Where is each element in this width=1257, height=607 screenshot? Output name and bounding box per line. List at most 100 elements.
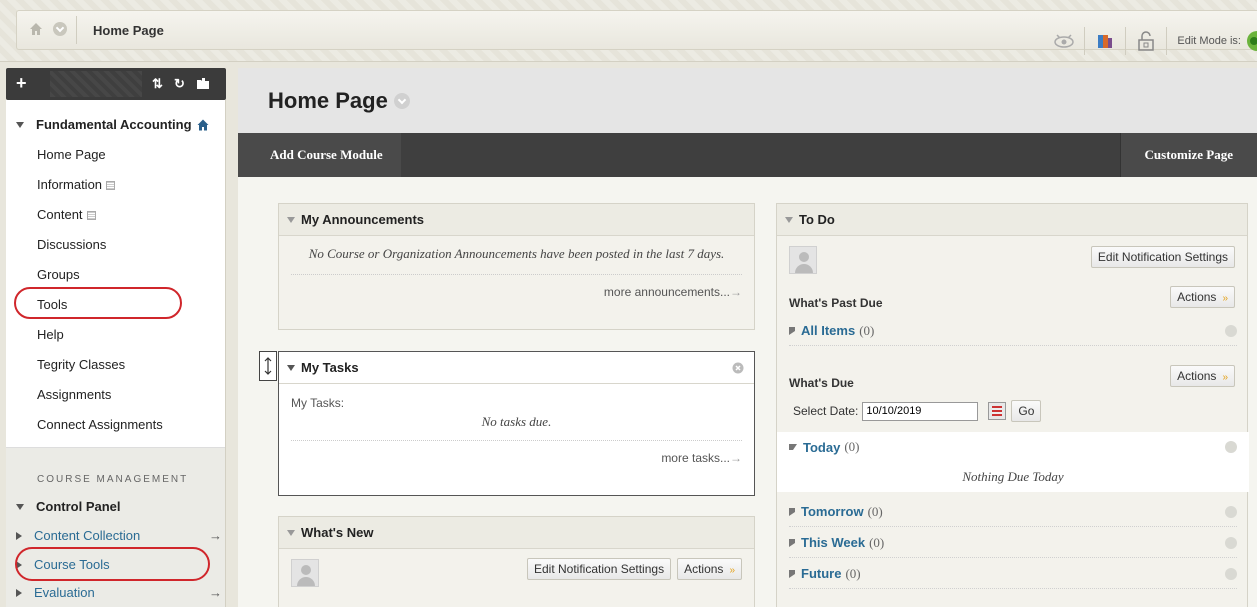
refresh-icon[interactable]: ↻ <box>174 76 185 92</box>
course-menu: Fundamental Accounting Home Page Informa… <box>6 100 226 607</box>
avatar <box>789 246 817 274</box>
whats-due-actions-button[interactable]: Actions » <box>1170 365 1235 387</box>
collapse-icon[interactable] <box>16 121 24 128</box>
actions-label: Actions <box>684 562 724 576</box>
collapse-icon[interactable] <box>16 503 24 510</box>
breadcrumb-divider <box>76 16 77 44</box>
expand-icon[interactable] <box>789 326 795 335</box>
tasks-message: No tasks due. <box>481 414 552 429</box>
expand-icon[interactable] <box>789 569 795 578</box>
module-body: Edit Notification Settings Actions » <box>279 549 754 607</box>
edit-notification-settings-button[interactable]: Edit Notification Settings <box>527 558 672 580</box>
todo-row-today[interactable]: Today (0) <box>789 432 1237 462</box>
expand-icon[interactable] <box>789 507 795 516</box>
sidebar-item-label: Tegrity Classes <box>37 357 126 372</box>
more-tasks-row: more tasks...→ <box>291 440 742 465</box>
more-announcements-row: more announcements...→ <box>291 274 742 299</box>
module-header: My Tasks <box>279 352 754 384</box>
arrow-icon: → <box>209 585 222 600</box>
sidebar-item-information[interactable]: Information <box>6 170 225 200</box>
module-title: My Tasks <box>301 359 359 375</box>
page-title: Home Page <box>268 88 410 114</box>
collapse-icon[interactable] <box>287 529 295 536</box>
more-announcements-link[interactable]: more announcements... <box>604 285 730 299</box>
control-panel-header[interactable]: Control Panel <box>16 499 216 514</box>
date-input[interactable] <box>862 401 979 421</box>
sidebar-item-tegrity-classes[interactable]: Tegrity Classes <box>6 350 225 380</box>
tasks-label: My Tasks: <box>291 396 345 410</box>
add-menu-item-icon[interactable]: + <box>16 73 27 94</box>
module-title: To Do <box>799 211 835 227</box>
todo-row-label[interactable]: All Items <box>801 323 855 338</box>
expand-icon[interactable] <box>789 538 795 547</box>
past-due-actions-button[interactable]: Actions » <box>1170 286 1235 308</box>
sidebar-item-assignments[interactable]: Assignments <box>6 380 225 410</box>
more-tasks-link[interactable]: more tasks... <box>661 451 730 465</box>
sidebar-item-content[interactable]: Content <box>6 200 225 230</box>
drag-handle-icon[interactable] <box>259 351 277 381</box>
whats-due-heading: What's Due <box>789 376 854 390</box>
todo-row-all-items[interactable]: All Items (0) <box>789 316 1237 346</box>
todo-row-label[interactable]: Future <box>801 566 841 581</box>
unlock-icon[interactable] <box>1135 30 1157 52</box>
customize-page-button[interactable]: Customize Page <box>1119 133 1257 177</box>
todo-row-label[interactable]: This Week <box>801 535 865 550</box>
todo-row-count: (0) <box>867 503 883 519</box>
todo-row-count: (0) <box>859 322 875 338</box>
module-body: No Course or Organization Announcements … <box>279 236 754 329</box>
color-palette-icon[interactable] <box>1094 30 1116 52</box>
toolbar-divider <box>1166 27 1168 55</box>
calendar-icon[interactable] <box>988 402 1007 420</box>
course-title[interactable]: Fundamental Accounting <box>16 117 209 132</box>
add-course-module-button[interactable]: Add Course Module <box>238 133 401 177</box>
sidebar-item-label: Information <box>37 177 103 192</box>
page-title-text: Home Page <box>268 88 388 113</box>
sidebar-toolbar-pattern <box>50 71 142 97</box>
student-preview-icon[interactable] <box>1053 30 1075 52</box>
go-button[interactable]: Go <box>1011 400 1042 422</box>
actions-label: Actions <box>1177 290 1217 304</box>
expand-icon[interactable] <box>16 531 22 540</box>
mgmt-item-content-collection[interactable]: Content Collection → <box>16 528 222 543</box>
collapse-icon[interactable] <box>785 216 793 223</box>
todo-row-count: (0) <box>869 534 885 550</box>
edit-notification-settings-button[interactable]: Edit Notification Settings <box>1090 246 1235 268</box>
mgmt-item-evaluation[interactable]: Evaluation → <box>16 585 222 600</box>
todo-row-future[interactable]: Future (0) <box>789 559 1237 589</box>
todo-row-this-week[interactable]: This Week (0) <box>789 528 1237 558</box>
collapse-icon[interactable] <box>287 364 295 371</box>
mgmt-item-label: Content Collection <box>34 528 141 543</box>
options-circle-icon[interactable] <box>1225 536 1237 549</box>
todo-row-label[interactable]: Tomorrow <box>801 504 864 519</box>
toolbar-divider <box>1125 27 1127 55</box>
sidebar-item-groups[interactable]: Groups <box>6 260 225 290</box>
sidebar-item-label: Discussions <box>37 237 107 252</box>
breadcrumb-chevron-icon[interactable] <box>53 22 67 36</box>
arrow-icon: → <box>730 451 742 465</box>
sidebar-item-home-page[interactable]: Home Page <box>6 140 225 170</box>
select-date-label: Select Date: <box>793 404 859 418</box>
sidebar-item-help[interactable]: Help <box>6 320 225 350</box>
reorder-icon[interactable]: ⇅ <box>152 76 163 92</box>
actions-label: Actions <box>1177 369 1217 383</box>
options-circle-icon[interactable] <box>1225 505 1237 518</box>
sidebar-item-connect-assignments[interactable]: Connect Assignments <box>6 410 225 440</box>
arrow-icon: → <box>730 285 742 299</box>
options-circle-icon[interactable] <box>1225 441 1237 453</box>
options-circle-icon[interactable] <box>1225 567 1237 580</box>
sidebar-item-label: Help <box>37 327 64 342</box>
options-circle-icon[interactable] <box>1225 324 1237 337</box>
todo-row-tomorrow[interactable]: Tomorrow (0) <box>789 497 1237 527</box>
actions-button[interactable]: Actions » <box>677 558 742 580</box>
sidebar-item-discussions[interactable]: Discussions <box>6 230 225 260</box>
todo-row-label[interactable]: Today <box>803 440 840 455</box>
collapse-icon[interactable] <box>789 444 797 450</box>
folder-view-icon[interactable] <box>196 77 210 91</box>
collapse-icon[interactable] <box>287 216 295 223</box>
close-icon[interactable] <box>732 362 744 374</box>
home-icon[interactable] <box>29 22 43 36</box>
expand-icon[interactable] <box>16 588 22 597</box>
edit-mode-toggle[interactable] <box>1247 31 1257 51</box>
page-options-chevron-icon[interactable] <box>393 93 410 109</box>
double-chevron-icon: » <box>1222 293 1228 304</box>
